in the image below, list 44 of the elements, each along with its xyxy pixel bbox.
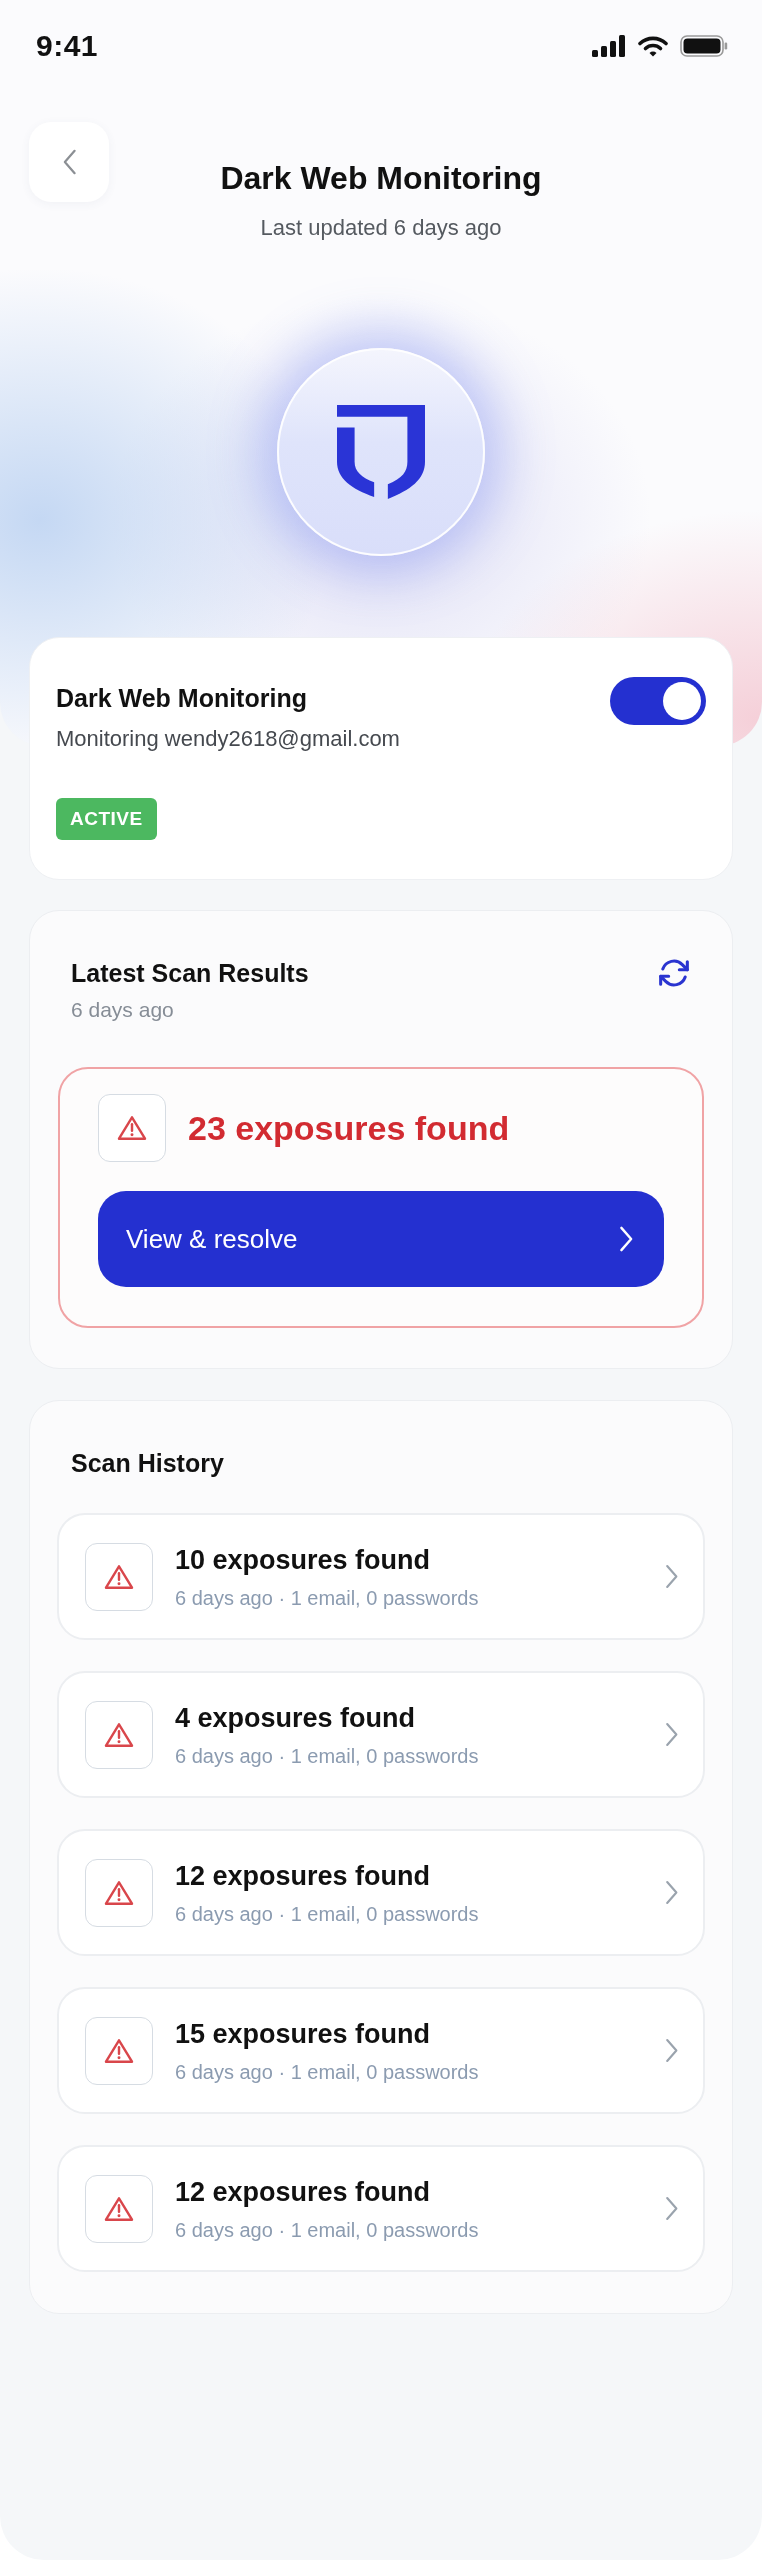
scan-result-details: 6 days ago · 1 email, 0 passwords: [175, 2059, 480, 2085]
warning-icon: [98, 1094, 166, 1162]
page-title: Dark Web Monitoring: [220, 159, 542, 198]
exposure-count-text: 23 exposures found: [188, 1108, 510, 1149]
warning-icon: [85, 1542, 153, 1611]
monitored-email-text: Monitoring wendy2618@gmail.com: [56, 725, 400, 753]
chevron-right-icon: [665, 1564, 679, 1589]
chevron-right-icon: [619, 1226, 634, 1252]
view-resolve-button[interactable]: View & resolve: [98, 1191, 664, 1287]
warning-icon: [85, 2016, 153, 2085]
chevron-right-icon: [665, 1722, 679, 1747]
scan-history-item[interactable]: 12 exposures found 6 days ago · 1 email, 0 passwords: [57, 2145, 705, 2272]
chevron-right-icon: [665, 2038, 679, 2063]
last-updated-text: Last updated 6 days ago: [260, 214, 502, 242]
scan-history-item[interactable]: 4 exposures found 6 days ago · 1 email, 0 passwords: [57, 1671, 705, 1798]
warning-icon: [85, 1858, 153, 1927]
scan-time-text: 6 days ago: [71, 997, 175, 1023]
scan-result-details: 6 days ago · 1 email, 0 passwords: [175, 1901, 480, 1927]
card-title: Scan History: [70, 1448, 225, 1479]
signal-icon: [592, 35, 626, 57]
chevron-left-icon: [61, 149, 77, 175]
scan-result-details: 6 days ago · 1 email, 0 passwords: [175, 1585, 480, 1611]
monitoring-toggle[interactable]: [610, 677, 706, 725]
status-badge: ACTIVE: [56, 798, 157, 840]
scan-result-title: 4 exposures found: [175, 1701, 417, 1735]
scan-history-item[interactable]: 10 exposures found 6 days ago · 1 email, 0 passwords: [57, 1513, 705, 1640]
status-time: 9:41: [36, 29, 99, 63]
card-title: Dark Web Monitoring: [56, 683, 308, 714]
wifi-icon: [638, 35, 668, 57]
scan-history-item[interactable]: 12 exposures found 6 days ago · 1 email, 0 passwords: [57, 1829, 705, 1956]
scan-result-title: 12 exposures found: [175, 1859, 432, 1893]
scan-result-title: 12 exposures found: [175, 2175, 432, 2209]
refresh-icon[interactable]: [658, 957, 690, 989]
scan-result-details: 6 days ago · 1 email, 0 passwords: [175, 2217, 480, 2243]
scan-result-title: 15 exposures found: [175, 2017, 432, 2051]
warning-icon: [85, 2174, 153, 2243]
scan-history-item[interactable]: 15 exposures found 6 days ago · 1 email, 0 passwords: [57, 1987, 705, 2114]
battery-icon: [680, 35, 728, 57]
card-title: Latest Scan Results: [71, 958, 309, 989]
warning-icon: [85, 1700, 153, 1769]
scan-result-details: 6 days ago · 1 email, 0 passwords: [175, 1743, 480, 1769]
chevron-right-icon: [665, 2196, 679, 2221]
scan-result-title: 10 exposures found: [175, 1543, 432, 1577]
chevron-right-icon: [665, 1880, 679, 1905]
